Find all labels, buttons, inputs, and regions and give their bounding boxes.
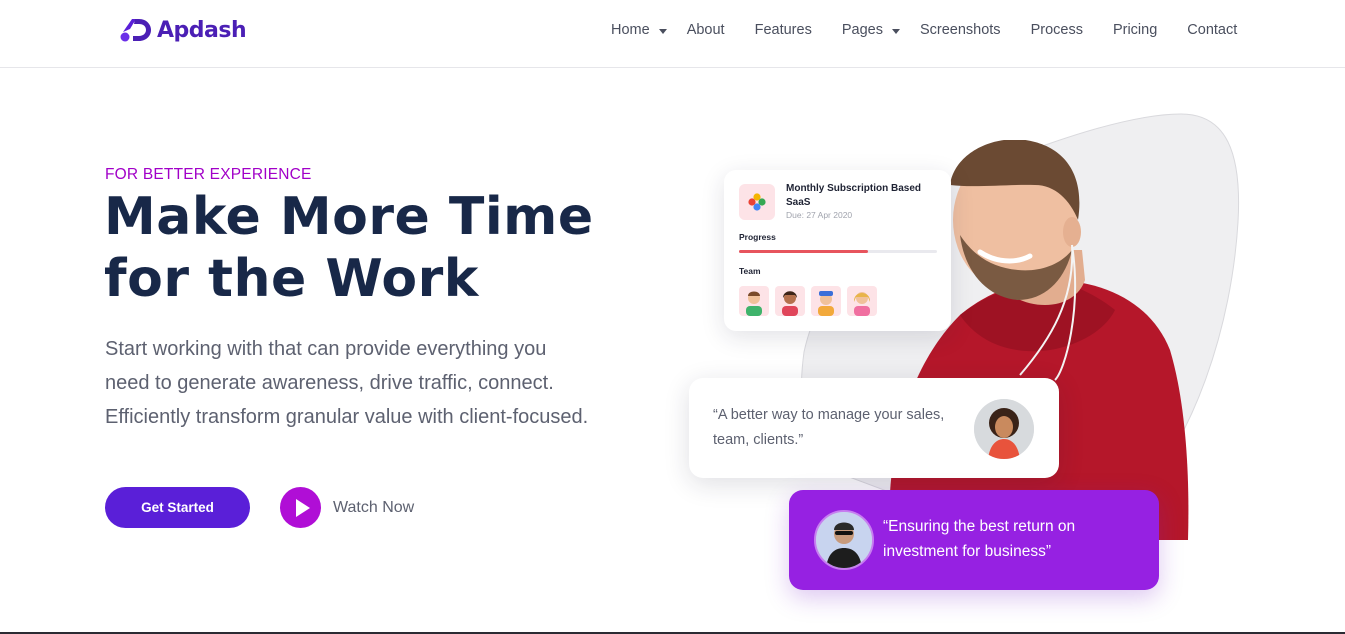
play-icon[interactable]	[280, 487, 321, 528]
watch-now-button[interactable]: Watch Now	[280, 487, 414, 528]
testimonial-card: “A better way to manage your sales, team…	[689, 378, 1059, 478]
brand-name: Apdash	[157, 17, 247, 43]
subscription-card: Monthly Subscription Based SaaS Due: 27 …	[724, 170, 951, 331]
get-started-button[interactable]: Get Started	[105, 487, 250, 528]
avatar-icon	[811, 286, 841, 316]
team-avatars	[739, 286, 877, 316]
nav-item-label: Screenshots	[919, 22, 1001, 38]
main-nav: Home About Features Pages Screenshots Pr…	[611, 22, 1237, 38]
avatar-icon	[847, 286, 877, 316]
nav-item-features[interactable]: Features	[755, 22, 812, 38]
subscription-title: Monthly Subscription Based SaaS	[786, 183, 922, 208]
chevron-down-icon	[891, 28, 900, 34]
flower-app-icon	[739, 184, 775, 220]
watch-now-label: Watch Now	[333, 498, 415, 516]
progress-bar	[739, 250, 937, 253]
avatar-icon	[775, 286, 805, 316]
subscription-due-date: Due: 27 Apr 2020	[786, 210, 853, 220]
nav-item-process[interactable]: Process	[1031, 22, 1083, 38]
highlight-testimonial-quote: “Ensuring the best return on investment …	[883, 518, 1076, 560]
team-label: Team	[739, 266, 761, 276]
nav-item-home[interactable]: Home	[611, 22, 667, 38]
hero-headline: Make More Time for the Work	[104, 186, 624, 310]
chevron-down-icon	[658, 28, 667, 34]
nav-item-label: Contact	[1187, 22, 1238, 38]
nav-item-pages[interactable]: Pages	[842, 22, 900, 38]
highlight-testimonial-card: “Ensuring the best return on investment …	[789, 490, 1159, 590]
nav-item-label: Features	[754, 22, 812, 38]
nav-item-contact[interactable]: Contact	[1187, 22, 1237, 38]
hero-eyebrow: FOR BETTER EXPERIENCE	[105, 166, 312, 183]
nav-item-about[interactable]: About	[687, 22, 725, 38]
nav-item-pricing[interactable]: Pricing	[1113, 22, 1157, 38]
hero-headline-line-1: Make More Time	[104, 187, 594, 247]
avatar	[974, 399, 1034, 459]
hero-lead: Start working with that can provide ever…	[105, 338, 589, 428]
avatar	[814, 510, 874, 570]
nav-item-label: About	[686, 22, 725, 38]
progress-bar-fill	[739, 250, 868, 253]
nav-item-label: Pages	[841, 22, 883, 38]
hero-headline-line-2: for the Work	[104, 249, 479, 309]
logo-mark-icon	[120, 19, 151, 42]
nav-item-label: Home	[611, 22, 650, 38]
site-header: Apdash Home About Features Pages Screens…	[0, 0, 1345, 68]
nav-item-label: Pricing	[1112, 22, 1158, 38]
nav-item-screenshots[interactable]: Screenshots	[920, 22, 1001, 38]
testimonial-quote: “A better way to manage your sales, team…	[713, 407, 945, 448]
nav-item-label: Process	[1030, 22, 1083, 38]
avatar-icon	[739, 286, 769, 316]
brand-logo[interactable]: Apdash	[119, 16, 247, 44]
progress-label: Progress	[739, 232, 776, 242]
